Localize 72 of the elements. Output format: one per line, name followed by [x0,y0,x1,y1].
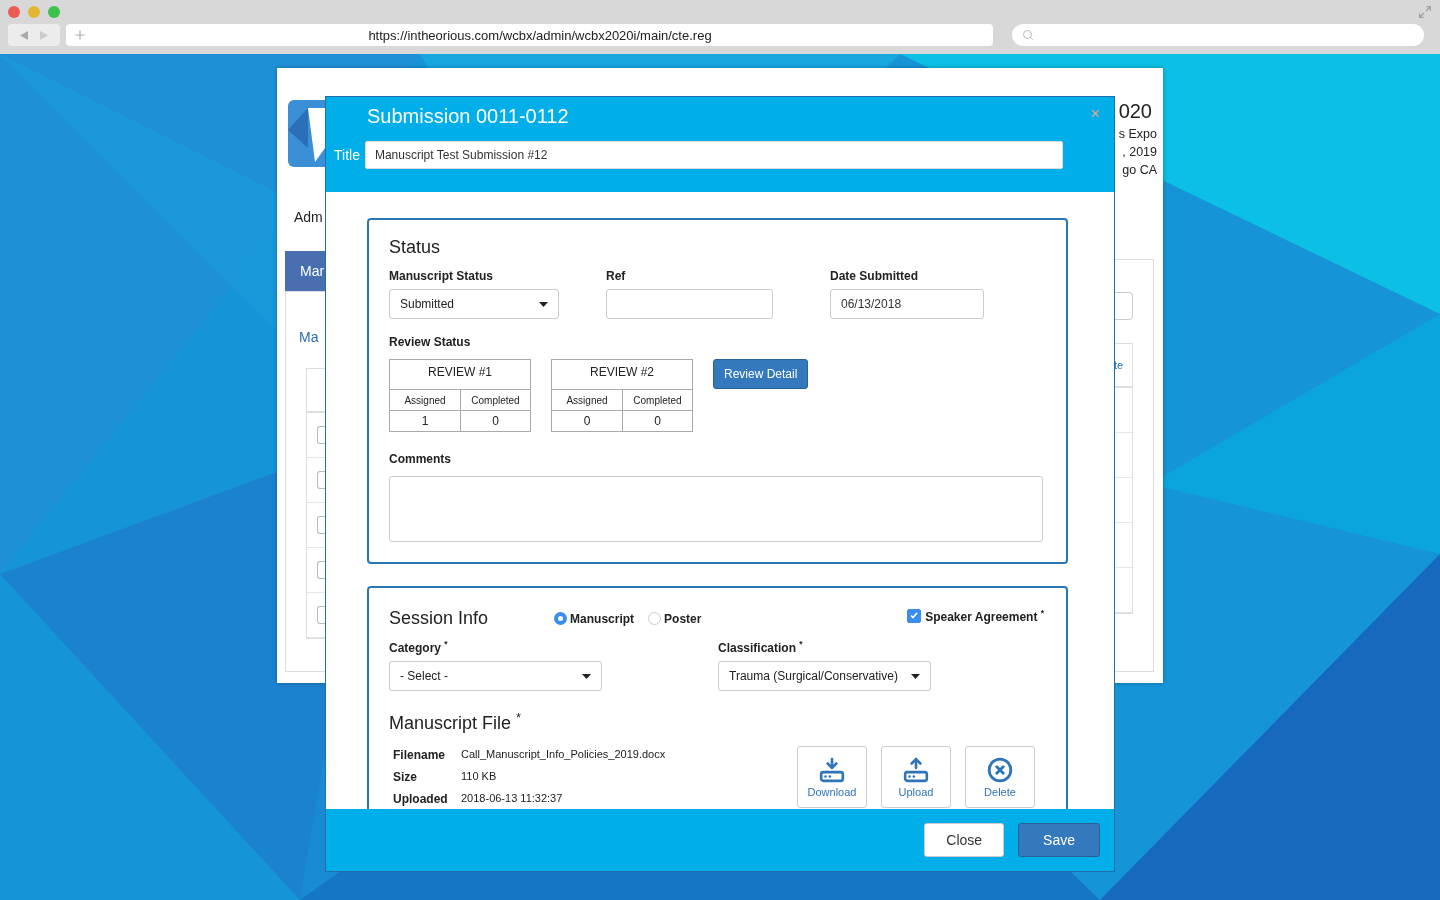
caret-icon [582,673,591,679]
file-value: Call_Manuscript_Info_Policies_2019.docx [461,748,666,762]
file-label: Filename [393,748,447,762]
radio-label: Manuscript [570,611,635,626]
table-cell: 0 [622,410,692,431]
title-label: Title [334,147,360,163]
tab[interactable]: Mar [285,251,325,291]
table-header: REVIEW #2 [552,360,692,390]
field-label: Ref [606,269,627,283]
status-select[interactable]: Submitted [389,289,559,319]
table-header: Completed [460,390,530,410]
dialog-title: Submission 0011-0112 [367,105,569,128]
save-button[interactable]: Save [1018,823,1100,857]
field-label: Comments [389,452,452,466]
search-field[interactable] [1012,24,1424,46]
navigation-buttons[interactable] [8,24,60,46]
field-label: Classification $^{*}$ [718,639,804,655]
event-detail: , 2019 [1122,145,1157,159]
radio-button[interactable] [648,612,662,625]
checkbox[interactable] [317,426,325,444]
event-detail: go CA [1122,163,1157,177]
section-heading: Session Info [389,608,489,629]
column-header[interactable]: te [1115,359,1124,371]
close-button[interactable]: Close [924,823,1005,857]
nav-text: Adm [294,209,324,225]
field-label: Review Status [389,335,472,349]
field-label: Manuscript Status [389,269,494,283]
close-window-button[interactable] [8,6,20,18]
event-detail: s Expo [1118,127,1157,141]
radio-label: Poster [664,611,702,626]
address-bar[interactable]: https://intheorious.com/wcbx/admin/wcbx2020i/main/cte.reg [66,24,993,46]
comments-field[interactable] [389,476,1043,542]
review-detail-button[interactable]: Review Detail [713,359,809,389]
radio-button[interactable] [554,612,568,625]
search-icon [1022,29,1034,41]
table-header: Completed [622,390,692,410]
file-label: Uploaded [393,792,449,806]
field-label: Category $^{*}$ [389,639,449,655]
text-field[interactable] [606,289,773,319]
delete-icon [987,756,1013,783]
delete-button[interactable]: Delete [965,746,1035,808]
table-header: Assigned [403,393,447,408]
checkmark-icon [910,612,919,619]
checkbox-label: Speaker Agreement $^{*}$ [925,607,1044,624]
file-value: 2018-06-13 11:32:37 [461,792,564,806]
maximize-window-button[interactable] [48,6,60,18]
fullscreen-icon[interactable] [1418,5,1432,19]
file-label: Size [393,770,418,784]
section-heading: Manuscript File $^{*}$ [389,711,522,734]
table-cell: 0 [552,410,622,431]
upload-icon [903,756,929,783]
event-title: 020 [1118,100,1152,123]
field-label: Date Submitted [830,269,919,283]
title-field[interactable]: Manuscript Test Submission #12 [364,141,1063,169]
download-button[interactable]: Download [797,746,867,808]
dropdown[interactable]: Trauma (Surgical/Conservative) [718,661,931,691]
table-cell: 0 [460,410,530,431]
download-icon [819,756,845,783]
text-field[interactable]: 06/13/2018 [830,289,984,319]
dropdown[interactable]: - Select - [389,661,602,691]
table-cell: 1 [390,410,460,431]
minimize-window-button[interactable] [28,6,40,18]
upload-button[interactable]: Upload [881,746,951,808]
checkbox[interactable] [317,606,325,624]
link[interactable]: Ma [299,329,319,345]
table-header: Assigned [565,393,609,408]
section-heading: Status [389,237,442,258]
caret-icon [539,301,548,307]
checkbox[interactable] [907,608,922,623]
file-value: 110 KB [461,770,498,784]
caret-icon [911,673,920,679]
table-header: REVIEW #1 [390,360,530,390]
